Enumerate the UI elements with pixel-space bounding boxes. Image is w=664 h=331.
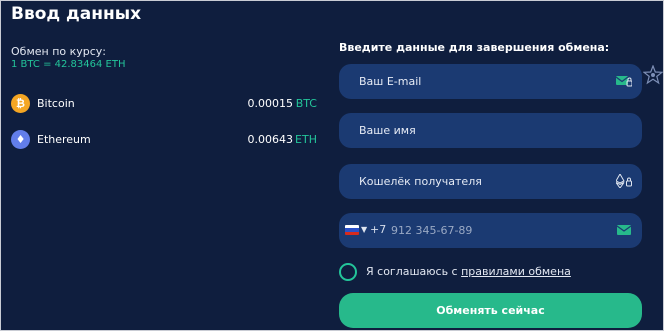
name-input[interactable] <box>359 113 599 148</box>
email-input[interactable] <box>359 64 599 99</box>
coin-name: Ethereum <box>37 133 91 146</box>
terms-link[interactable]: правилами обмена <box>461 265 571 278</box>
coin-amount: 0.00015 <box>247 97 294 110</box>
coin-row-bitcoin: ₿ Bitcoin 0.00015 BTC <box>11 94 317 116</box>
coin-ticker: BTC <box>295 97 317 110</box>
chevron-down-icon[interactable]: ▼ <box>361 225 367 234</box>
form-heading: Введите данные для завершения обмена: <box>339 41 610 54</box>
rate-value: 1 BTC = 42.83464 ETH <box>11 59 126 70</box>
exchange-panel: Ввод данных Обмен по курсу: 1 BTC = 42.8… <box>0 0 664 331</box>
envelope-lock-icon <box>616 76 632 87</box>
rate-label: Обмен по курсу: <box>11 45 107 58</box>
russia-flag-icon[interactable] <box>345 225 359 235</box>
wallet-field[interactable] <box>339 164 642 199</box>
coin-amount: 0.00643 <box>247 133 294 146</box>
email-field[interactable] <box>339 64 642 99</box>
star-badge-icon[interactable] <box>643 65 663 85</box>
phone-field[interactable]: ▼ +7 <box>339 213 642 248</box>
ethereum-lock-icon <box>616 174 632 188</box>
page-title: Ввод данных <box>11 4 142 24</box>
agree-label: Я соглашаюсь с <box>366 265 462 278</box>
coin-row-ethereum: ♦ Ethereum 0.00643 ETH <box>11 130 317 152</box>
phone-prefix: +7 <box>370 223 387 236</box>
exchange-now-button[interactable]: Обменять сейчас <box>339 293 642 328</box>
coin-ticker: ETH <box>295 133 317 146</box>
name-field[interactable] <box>339 113 642 148</box>
coin-name: Bitcoin <box>37 97 75 110</box>
wallet-input[interactable] <box>359 164 599 199</box>
ethereum-icon: ♦ <box>11 130 30 149</box>
phone-input[interactable] <box>391 213 611 248</box>
agree-text: Я соглашаюсь с правилами обмена <box>366 265 571 278</box>
agree-checkbox[interactable] <box>339 263 357 281</box>
envelope-icon <box>616 225 632 235</box>
bitcoin-icon: ₿ <box>11 94 30 113</box>
